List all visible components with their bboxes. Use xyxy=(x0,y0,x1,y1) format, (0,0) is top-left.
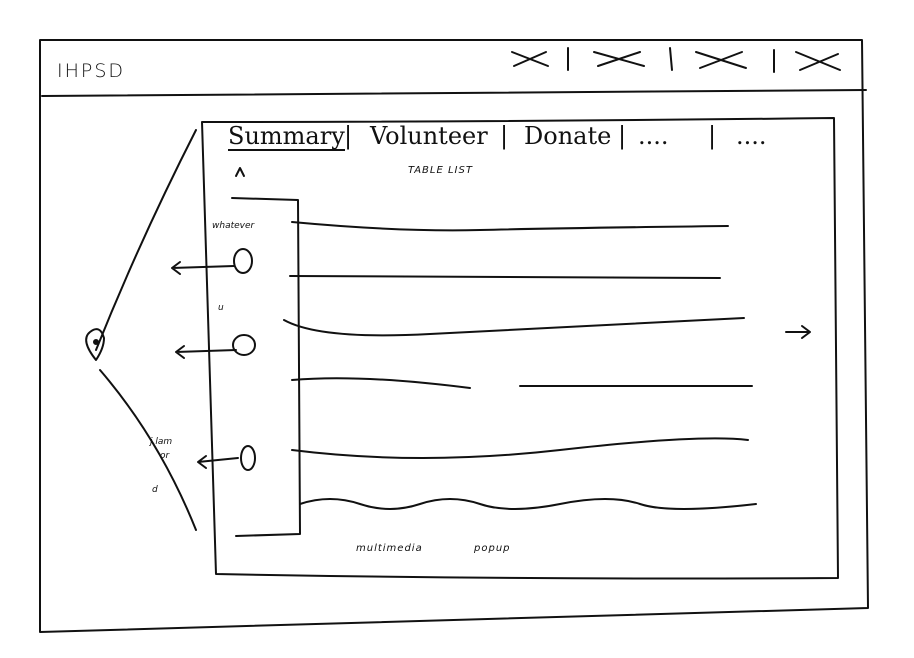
tab-separator: | xyxy=(618,122,627,150)
arrow-3 xyxy=(197,455,239,469)
window-control-1[interactable] xyxy=(508,46,552,72)
side-label-jlam: j.lam xyxy=(150,437,173,447)
list-row xyxy=(291,437,749,459)
window-control-2[interactable] xyxy=(590,46,648,72)
list-row xyxy=(283,317,745,337)
side-label-whatever: whatever xyxy=(212,221,255,231)
tab-donate[interactable]: Donate xyxy=(524,124,611,148)
fan-line-top xyxy=(95,129,197,351)
arrow-1 xyxy=(171,261,235,275)
list-row xyxy=(291,377,753,389)
list-row xyxy=(291,221,729,232)
header-divider xyxy=(41,89,867,97)
side-label-or: or xyxy=(160,451,170,461)
list-item-toggle-3[interactable] xyxy=(238,444,258,472)
app-logo: IHPSD xyxy=(57,60,126,82)
tab-volunteer[interactable]: Volunteer xyxy=(370,124,488,148)
table-list-label: TABLE LIST xyxy=(408,165,473,176)
tab-more-1[interactable]: .... xyxy=(638,124,669,148)
tab-separator: | xyxy=(708,122,717,150)
list-row xyxy=(299,498,757,510)
list-item-toggle-2[interactable] xyxy=(232,334,256,358)
next-page-button[interactable] xyxy=(780,320,816,344)
window-control-3[interactable] xyxy=(692,46,750,72)
arrow-2 xyxy=(175,345,237,359)
side-label-d: d xyxy=(152,485,158,495)
tab-more-2[interactable]: .... xyxy=(736,124,767,148)
map-pin-icon[interactable] xyxy=(82,326,108,364)
multimedia-note: multimedia xyxy=(356,543,423,554)
tab-separator: | xyxy=(500,122,509,150)
side-label-u: u xyxy=(218,303,224,313)
list-row xyxy=(289,275,721,279)
list-item-toggle-1[interactable] xyxy=(232,248,254,274)
fan-line-bottom xyxy=(99,369,197,531)
wireframe-sketch xyxy=(39,39,869,633)
tab-separator: | xyxy=(344,122,353,150)
window-control-4[interactable] xyxy=(792,46,844,72)
popup-note: popup xyxy=(474,543,511,554)
tab-summary[interactable]: Summary xyxy=(228,124,345,151)
